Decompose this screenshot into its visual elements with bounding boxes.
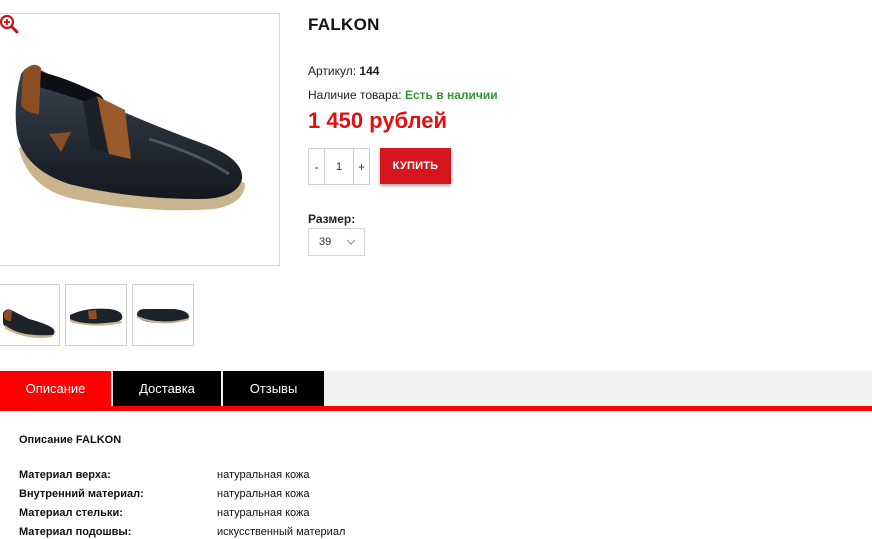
buy-button[interactable]: КУПИТЬ — [380, 148, 451, 184]
description-title: Описание FALKON — [19, 434, 122, 446]
main-product-image[interactable] — [0, 13, 280, 266]
tab-description[interactable]: Описание — [0, 371, 111, 406]
product-price: 1 450 рублей — [308, 108, 448, 133]
thumbnail-3[interactable] — [132, 284, 194, 346]
spec-value: натуральная кожа — [217, 507, 310, 519]
size-label: Размер: — [308, 212, 356, 226]
thumbnail-1[interactable] — [0, 284, 60, 346]
quantity-decrease-button[interactable]: - — [309, 149, 325, 184]
tab-delivery[interactable]: Доставка — [113, 371, 221, 406]
quantity-increase-button[interactable]: + — [353, 149, 369, 184]
chevron-down-icon — [346, 239, 356, 245]
product-title: FALKON — [308, 15, 380, 34]
stock-label: Наличие товара: — [308, 88, 402, 102]
shoe-thumbnail — [3, 309, 55, 338]
spec-key: Материал стельки: — [19, 507, 123, 519]
sku-value: 144 — [359, 64, 380, 78]
spec-key: Внутренний материал: — [19, 488, 144, 500]
tabs-divider — [0, 406, 872, 411]
tab-reviews[interactable]: Отзывы — [223, 371, 324, 406]
spec-value: искусственный материал — [217, 526, 346, 538]
sku-line: Артикул: 144 — [308, 64, 379, 78]
spec-key: Материал верха: — [19, 469, 111, 481]
shoe-thumbnail — [137, 309, 189, 324]
zoom-in-icon[interactable] — [0, 14, 19, 34]
size-selected-value: 39 — [319, 236, 332, 248]
shoe-thumbnail — [70, 308, 123, 326]
stock-status: Есть в наличии — [404, 88, 498, 102]
spec-key: Материал подошвы: — [19, 526, 132, 538]
size-select[interactable]: 39 — [308, 228, 365, 256]
stock-line: Наличие товара: Есть в наличии — [308, 88, 498, 102]
sku-label: Артикул: — [308, 64, 357, 78]
spec-value: натуральная кожа — [217, 488, 310, 500]
thumbnail-2[interactable] — [65, 284, 127, 346]
shoe-photo — [15, 64, 245, 211]
quantity-input[interactable] — [325, 149, 353, 184]
quantity-stepper: - + — [308, 148, 370, 185]
spec-value: натуральная кожа — [217, 469, 310, 481]
